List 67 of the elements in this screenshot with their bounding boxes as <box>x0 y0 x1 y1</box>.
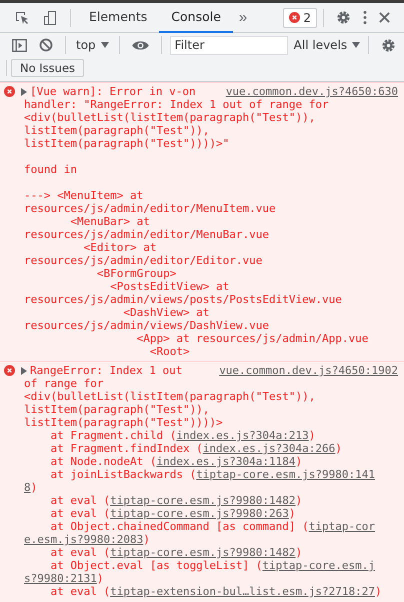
console-text: ) <box>96 572 104 585</box>
console-text: <div(bulletList(listItem(paragraph("Test")), <box>24 390 316 403</box>
source-link[interactable]: 8 <box>24 481 31 494</box>
console-text: listItem(paragraph("Test")), <box>24 403 210 416</box>
console-text: found in <box>24 163 77 176</box>
console-text: <DashView> at <box>122 306 210 319</box>
console-text: at Fragment.child ( <box>49 429 176 442</box>
console-text: listItem(paragraph("Test"))))>" <box>24 137 230 150</box>
console-text: <Root> <box>148 345 190 358</box>
console-text: resources/js/admin/views/posts/PostsEditView.vue <box>24 293 342 306</box>
console-text: ) <box>30 481 38 494</box>
console-text: ) <box>335 442 342 455</box>
issues-button[interactable]: No Issues <box>11 59 84 77</box>
console-text: <BFormGroup> <box>96 267 176 280</box>
source-link[interactable]: tiptap-extension-bul…list.esm.js?2718:27 <box>110 585 375 598</box>
error-count: 2 <box>303 10 311 24</box>
console-text: of range for <box>24 377 104 390</box>
console-text: ) <box>375 585 382 598</box>
source-link[interactable]: index.es.js?304a:266 <box>202 442 336 455</box>
console-text: resources/js/admin/editor/Editor.vue <box>24 254 262 267</box>
context-dropdown[interactable]: top <box>72 38 113 52</box>
source-link[interactable]: e.esm.js?9980:2083 <box>24 533 144 546</box>
console-text: <Editor> at <box>82 241 156 254</box>
console-text: at eval ( <box>49 546 110 559</box>
log-levels-dropdown[interactable]: All levels <box>288 38 362 52</box>
source-link[interactable]: tiptap-cor <box>308 520 376 533</box>
source-link[interactable]: tiptap-core.esm.j <box>262 559 376 572</box>
console-text: ) <box>308 429 316 442</box>
source-link[interactable]: index.es.js?304a:1184 <box>156 455 296 468</box>
console-text: ) <box>296 494 302 507</box>
console-text: at Fragment.findIndex ( <box>49 442 203 455</box>
filter-field[interactable]: Filter <box>170 36 288 54</box>
panel-tab[interactable]: Elements <box>77 2 160 32</box>
console-text: <PostsEditView> at <box>109 280 230 293</box>
console-text: resources/js/admin/views/DashView.vue <box>24 319 270 332</box>
console-text: listItem(paragraph("Test")), <box>24 124 210 137</box>
console-text: RangeError: Index 1 out <box>30 364 182 377</box>
console-text: at eval ( <box>49 585 110 598</box>
console-text: at Node.nodeAt ( <box>49 455 156 468</box>
console-text: resources/js/admin/editor/MenuItem.vue <box>24 202 276 215</box>
error-count-button[interactable]: 2 <box>283 8 317 28</box>
console-text: at eval ( <box>49 494 110 507</box>
console-text: at Object.eval [as toggleList] ( <box>49 559 262 572</box>
console-text: ) <box>296 455 302 468</box>
console-text: [Vue warn]: Error in v-on <box>30 85 196 98</box>
console-text: ) <box>296 546 302 559</box>
source-link[interactable]: vue.common.dev.js?4650:1902 <box>219 364 398 377</box>
console-text: at joinListBackwards ( <box>49 468 196 481</box>
source-link[interactable]: s?9980:2131 <box>24 572 97 585</box>
console-text: <App> at resources/js/admin/App.vue <box>136 332 368 345</box>
source-link[interactable]: tiptap-core.esm.js?9980:1482 <box>110 494 296 507</box>
source-link[interactable]: vue.common.dev.js?4650:630 <box>226 85 398 98</box>
console-text: at Object.chainedCommand [as command] ( <box>49 520 309 533</box>
console-text: resources/js/admin/editor/MenuBar.vue <box>24 228 270 241</box>
console-text: ) <box>288 507 296 520</box>
console-text: <MenuBar> at <box>69 215 150 228</box>
console-text: at eval ( <box>49 507 110 520</box>
source-link[interactable]: index.es.js?304a:213 <box>176 429 309 442</box>
console-text: ---> <MenuItem> at <box>24 189 144 202</box>
console-text: listItem(paragraph("Test"))))> <box>24 416 223 429</box>
source-link[interactable]: tiptap-core.esm.js?9980:263 <box>110 507 289 520</box>
more-tabs-button[interactable]: » <box>232 9 254 26</box>
console-text: ) <box>143 533 150 546</box>
console-text: handler: "RangeError: Index 1 out of range for <box>24 98 329 111</box>
source-link[interactable]: tiptap-core.esm.js?9980:141 <box>196 468 375 481</box>
console-text: <div(bulletList(listItem(paragraph("Test")), <box>24 111 316 124</box>
source-link[interactable]: tiptap-core.esm.js?9980:1482 <box>110 546 296 559</box>
